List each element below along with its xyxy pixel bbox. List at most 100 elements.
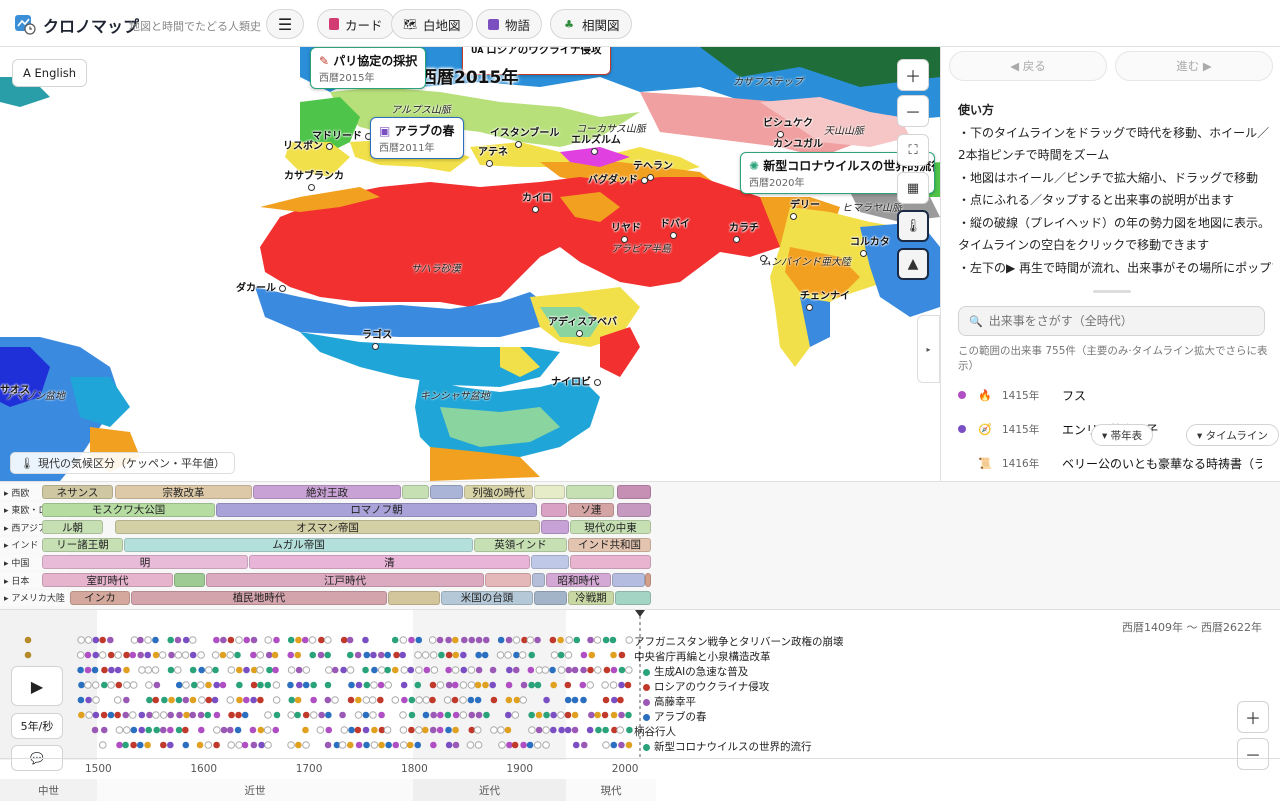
timeline-event-dot[interactable] xyxy=(423,666,431,674)
band-row[interactable]: ▸ 西欧 ネサンス 宗教改革 絶対王政 列強の時代 xyxy=(0,484,1280,500)
timeline-event-dot[interactable] xyxy=(616,726,624,734)
timeline-event-dot[interactable] xyxy=(445,651,453,659)
timeline-event-dot[interactable] xyxy=(443,696,452,704)
timeline-event-dot[interactable] xyxy=(98,651,107,659)
timeline-event-dot[interactable] xyxy=(174,666,182,674)
timeline-event-dot[interactable] xyxy=(220,726,228,734)
band-segment[interactable]: ル朝 xyxy=(42,520,103,535)
timeline-event-dot[interactable] xyxy=(205,681,212,689)
timeline-event-dot[interactable] xyxy=(167,666,175,674)
timeline-event-dot[interactable] xyxy=(506,741,513,749)
timeline-event-dot[interactable] xyxy=(235,711,242,719)
timeline-event-dot[interactable] xyxy=(579,681,587,689)
timeline-event-dot[interactable] xyxy=(626,726,633,734)
timeline-event-dot[interactable] xyxy=(580,696,587,704)
timeline-event-dot[interactable] xyxy=(445,741,453,749)
chronology-toggle-button[interactable]: ▾ 帯年表 xyxy=(1091,424,1154,446)
timeline-event-dot[interactable] xyxy=(415,636,423,644)
timeline-event-dot[interactable] xyxy=(430,741,437,749)
timeline-event-dot[interactable] xyxy=(339,711,346,719)
timeline-event-dot[interactable] xyxy=(128,711,137,719)
timeline-event-dot[interactable] xyxy=(384,666,391,674)
timeline-event-dot[interactable] xyxy=(159,711,168,719)
timeline-event-dot[interactable] xyxy=(573,636,581,644)
timeline-event-dot[interactable] xyxy=(549,666,556,674)
timeline-event-dot[interactable] xyxy=(129,651,137,659)
timeline-event-dot[interactable] xyxy=(377,681,385,689)
timeline-event-dot[interactable] xyxy=(123,651,130,659)
timeline-event-dot[interactable] xyxy=(571,666,579,674)
timeline-event-dot[interactable] xyxy=(466,741,475,749)
band-row[interactable]: ▸ 日本 室町時代 江戸時代 昭和時代 xyxy=(0,572,1280,588)
climate-layer-button[interactable]: 🌡 xyxy=(897,210,929,242)
timeline-event-dot[interactable] xyxy=(152,711,160,719)
timeline-event-dot[interactable] xyxy=(362,696,371,704)
world-map[interactable]: カザフステップ アルプス山脈 コーカサス山脈 天山山脈 ヒマラヤ山脈 サハラ砂漠… xyxy=(0,47,940,481)
timeline-event-dot[interactable] xyxy=(302,681,310,689)
timeline-event-dot[interactable] xyxy=(512,636,521,644)
timeline-event-dot[interactable] xyxy=(490,726,498,734)
timeline-event-dot[interactable] xyxy=(153,726,161,734)
band-segment[interactable]: 冷戦期 xyxy=(568,590,614,605)
timeline-event-dot[interactable] xyxy=(363,651,371,659)
band-segment[interactable]: モスクワ大公国 xyxy=(42,502,215,517)
timeline-event-dot[interactable] xyxy=(625,636,634,644)
timeline-event-dot[interactable] xyxy=(182,741,190,749)
timeline-event-dot[interactable] xyxy=(308,636,317,644)
timeline-event-dot[interactable] xyxy=(475,636,483,644)
timeline-event-dot[interactable] xyxy=(467,681,476,689)
band-segment[interactable] xyxy=(566,485,614,499)
timeline-event-dot[interactable] xyxy=(354,711,363,719)
timeline-event-dot[interactable] xyxy=(543,696,550,704)
timeline-event-dot[interactable] xyxy=(513,696,521,704)
timeline-event-dot[interactable] xyxy=(564,696,572,704)
timeline-event-dot[interactable] xyxy=(24,651,32,659)
timeline-event-dot[interactable] xyxy=(601,681,609,689)
timeline-event-dot[interactable] xyxy=(513,651,520,659)
timeline-event-dot[interactable] xyxy=(101,666,108,674)
band-segment[interactable] xyxy=(612,573,645,587)
timeline-event-dot[interactable] xyxy=(348,681,355,689)
city-marker[interactable]: テヘラン xyxy=(633,157,673,183)
playhead-handle[interactable] xyxy=(635,610,645,617)
timeline-event-dot[interactable] xyxy=(92,711,100,719)
city-marker[interactable]: ナイロビ xyxy=(551,373,602,388)
timeline-event-dot[interactable] xyxy=(588,651,596,659)
timeline-event-dot[interactable] xyxy=(534,636,541,644)
timeline-event-dot[interactable] xyxy=(392,741,400,749)
timeline-event-dot[interactable] xyxy=(451,666,460,674)
timeline-event-dot[interactable] xyxy=(273,636,280,644)
timeline-event-dot[interactable] xyxy=(176,711,183,719)
timeline-event-dot[interactable] xyxy=(408,696,416,704)
timeline-event-dot[interactable] xyxy=(91,666,99,674)
timeline-event-dot[interactable] xyxy=(324,741,332,749)
band-segment[interactable] xyxy=(570,555,651,570)
band-segment[interactable] xyxy=(534,485,565,499)
timeline-event-dot[interactable] xyxy=(144,636,152,644)
timeline-event-dot[interactable] xyxy=(429,726,437,734)
timeline-event-dot[interactable] xyxy=(415,726,423,734)
timeline-event-dot[interactable] xyxy=(153,681,161,689)
timeline-event-dot[interactable] xyxy=(408,636,415,644)
event-popup-paris[interactable]: ✎ パリ協定の採択 西暦2015年 xyxy=(310,47,427,89)
timeline-event-dot[interactable] xyxy=(317,651,325,659)
timeline-event-dot[interactable] xyxy=(481,651,489,659)
timeline-event-dot[interactable] xyxy=(459,696,467,704)
timeline-event-dot[interactable] xyxy=(609,636,617,644)
timeline-event-dot[interactable] xyxy=(115,726,124,734)
timeline-event-dot[interactable] xyxy=(324,651,331,659)
band-segment[interactable] xyxy=(174,573,205,587)
timeline-event-dot[interactable] xyxy=(295,666,303,674)
timeline-event-dot[interactable] xyxy=(189,666,197,674)
timeline-event-dot[interactable] xyxy=(414,741,422,749)
timeline-event-dot[interactable] xyxy=(272,696,281,704)
timeline-event-dot[interactable] xyxy=(528,711,535,719)
timeline-event-dot[interactable] xyxy=(151,666,160,674)
timeline-event-dot[interactable] xyxy=(428,636,437,644)
timeline-event-dot[interactable] xyxy=(182,726,189,734)
timeline-event-dot[interactable] xyxy=(161,696,168,704)
timeline-event-label[interactable]: 中央省庁再編と小泉構造改革 xyxy=(634,649,771,664)
timeline-event-dot[interactable] xyxy=(213,711,221,719)
timeline-event-dot[interactable] xyxy=(504,711,512,719)
band-segment[interactable]: 清 xyxy=(249,555,530,570)
